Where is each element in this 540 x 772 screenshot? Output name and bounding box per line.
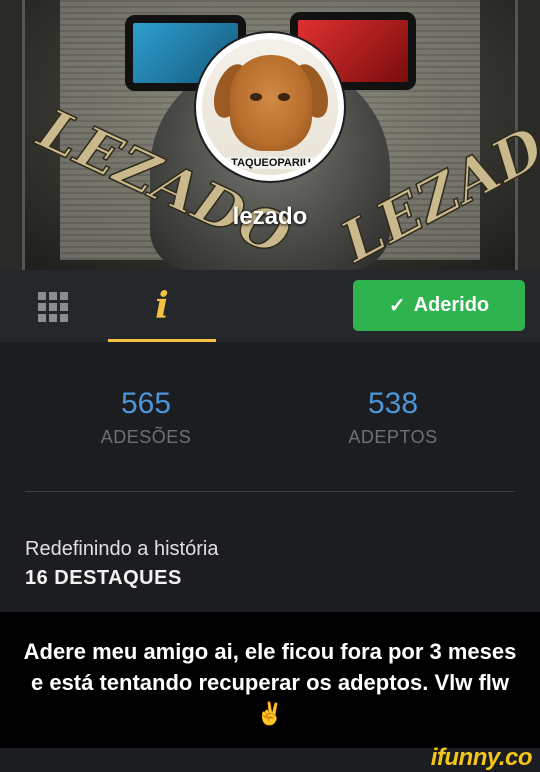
stat-adesoes-label: ADESÕES	[100, 427, 192, 447]
stat-adeptos-value: 538	[367, 387, 419, 420]
active-tab-indicator	[108, 339, 216, 342]
check-icon: ✓	[388, 295, 406, 317]
avatar-caption: TAQUEOPARIU	[224, 157, 318, 169]
grid-icon[interactable]	[38, 292, 68, 322]
avatar-image: TAQUEOPARIU	[202, 39, 338, 175]
tab-info[interactable]: i	[108, 280, 216, 342]
meme-caption: Adere meu amigo ai, ele ficou fora por 3…	[23, 639, 517, 726]
joined-button-label: Aderido	[413, 294, 490, 316]
info-icon: i	[155, 285, 169, 327]
stat-adesoes[interactable]: 565 ADESÕES	[66, 389, 226, 448]
highlights-count[interactable]: 16 DESTAQUES	[25, 567, 182, 590]
stat-adesoes-value: 565	[120, 387, 172, 420]
avatar[interactable]: TAQUEOPARIU	[196, 33, 344, 181]
stat-adeptos[interactable]: 538 ADEPTOS	[313, 389, 473, 448]
avatar-dog-eye-right	[278, 93, 290, 101]
ifunny-watermark: ifunny.co	[430, 744, 533, 771]
joined-button[interactable]: ✓ Aderido	[353, 280, 525, 331]
avatar-dog-eye-left	[250, 93, 262, 101]
username: lezado	[232, 203, 308, 230]
stat-adeptos-label: ADEPTOS	[348, 427, 438, 447]
divider	[25, 491, 515, 492]
avatar-dog-face	[230, 55, 312, 151]
profile-bio: Redefinindo a história	[25, 538, 219, 560]
